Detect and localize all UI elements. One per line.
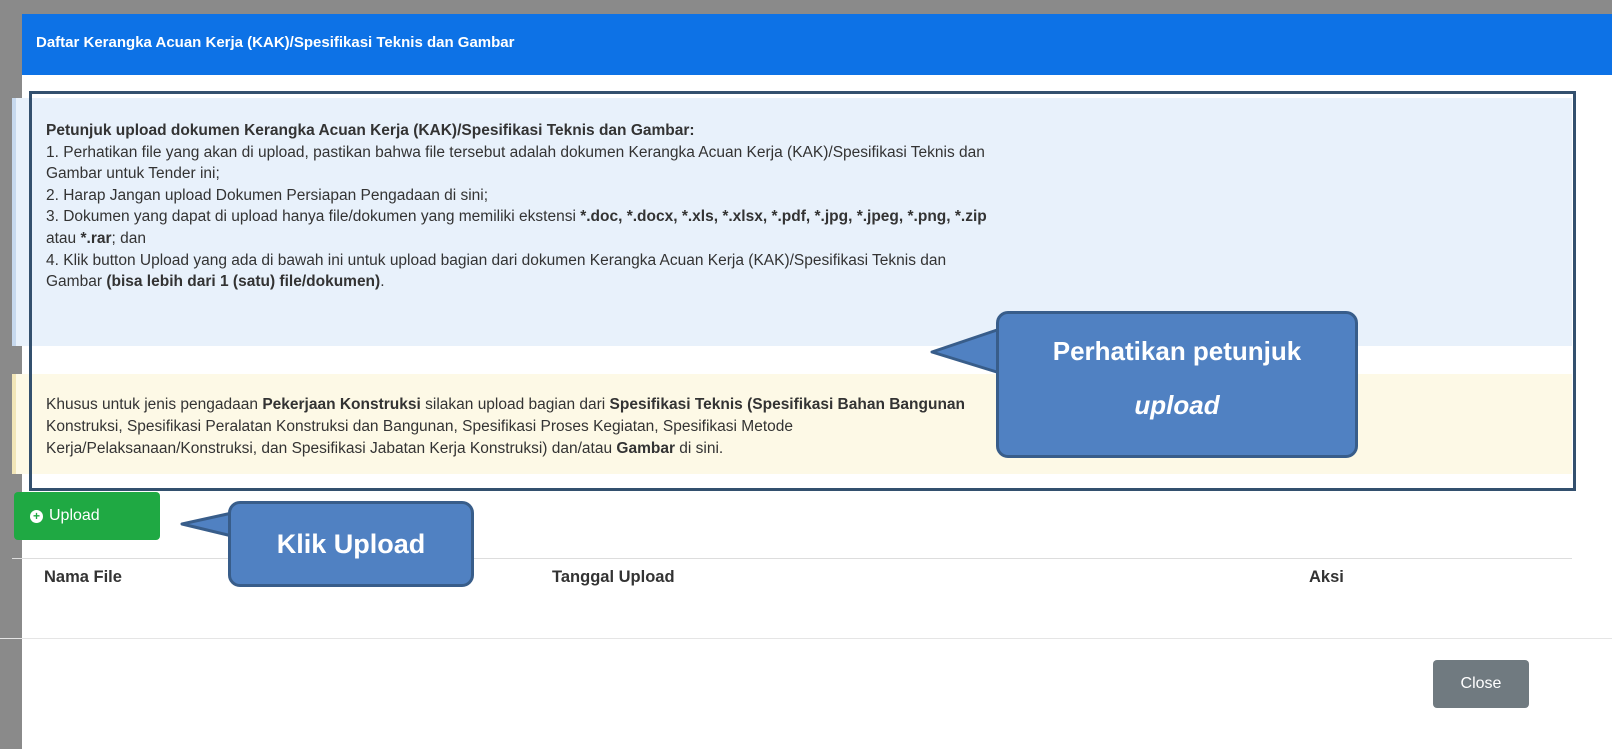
callout-pointers [180,327,1002,538]
callout-petunjuk-line-2: upload [1134,390,1220,420]
upload-callout-pointer [180,511,234,538]
callout-klik-upload: Klik Upload [228,501,474,587]
petunjuk-callout-pointer [930,327,1002,375]
callout-perhatikan-petunjuk: Perhatikan petunjuk upload [996,311,1358,458]
callout-petunjuk-line-1: Perhatikan petunjuk [1052,336,1302,366]
